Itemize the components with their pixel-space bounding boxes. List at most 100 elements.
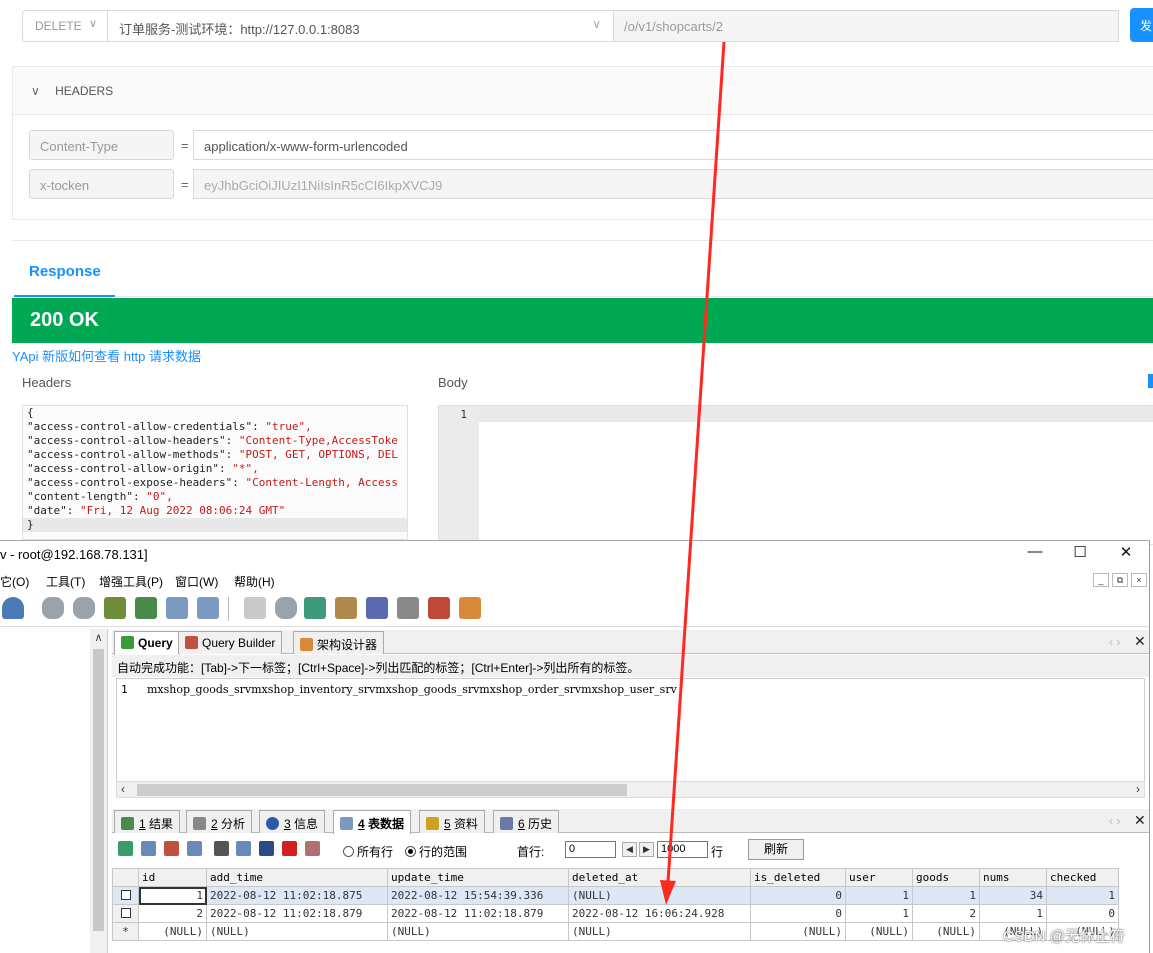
close-icon[interactable]: ✕ [1111, 543, 1141, 565]
table-cell[interactable]: (NULL) [387, 922, 569, 941]
tab-info[interactable]: 5 资料 [419, 810, 486, 833]
schema-sync-icon[interactable] [244, 597, 266, 619]
mdi-minimize-icon[interactable]: _ [1093, 573, 1109, 587]
close-tab-icon[interactable]: ✕ [1134, 633, 1146, 650]
header-key-field[interactable]: x-tocken [29, 169, 174, 199]
table-cell[interactable]: 1 [979, 904, 1047, 923]
table-cell[interactable]: 0 [750, 904, 846, 923]
header-value-field[interactable]: application/x-www-form-urlencoded [193, 130, 1153, 160]
chevron-up-icon[interactable]: ∧ [90, 631, 107, 644]
column-header[interactable]: id [138, 868, 207, 887]
table-cell[interactable]: 1 [138, 886, 207, 905]
table-cell[interactable]: 1 [1046, 886, 1119, 905]
tab-analysis[interactable]: 2 分析 [186, 810, 253, 833]
edit-row-icon[interactable] [187, 841, 202, 856]
menu-item-window[interactable]: 窗口(W) [175, 573, 218, 590]
path-input[interactable]: /o/v1/shopcarts/2 [613, 10, 1119, 42]
table-cell[interactable]: 1 [845, 904, 913, 923]
user-icon[interactable] [2, 597, 24, 619]
prev-page-icon[interactable]: ◀ [622, 842, 637, 857]
backup-icon[interactable] [104, 597, 126, 619]
schema-designer-icon[interactable] [459, 597, 481, 619]
table-cell[interactable]: 2022-08-12 15:54:39.336 [387, 886, 569, 905]
row-count-input[interactable]: 1000 [657, 841, 708, 858]
row-checkbox[interactable] [112, 886, 139, 905]
table-cell[interactable]: (NULL) [138, 922, 207, 941]
table-cell[interactable]: 1 [845, 886, 913, 905]
editor-hscrollbar[interactable]: ‹ › [116, 781, 1145, 798]
table-cell[interactable]: 0 [750, 886, 846, 905]
tab-nav-arrows-icon[interactable]: ‹ › [1109, 635, 1120, 649]
table-cell[interactable]: 2 [138, 904, 207, 923]
fullscreen-toggle[interactable] [1148, 374, 1153, 388]
table-cell[interactable]: (NULL) [845, 922, 913, 941]
table-cell[interactable]: (NULL) [750, 922, 846, 941]
cancel-changes-icon[interactable] [305, 841, 320, 856]
object-browser-scrollbar[interactable]: ∧ [90, 629, 107, 953]
close-tab-icon[interactable]: ✕ [1134, 812, 1146, 829]
column-header[interactable]: is_deleted [750, 868, 846, 887]
tab-response[interactable]: Response [29, 263, 101, 280]
tab-schema-designer[interactable]: 架构设计器 [293, 631, 385, 654]
send-button[interactable]: 发 [1130, 8, 1153, 42]
table-cell[interactable]: 0 [1046, 904, 1119, 923]
menu-item-help[interactable]: 帮助(H) [234, 573, 275, 590]
table-cell[interactable]: 2022-08-12 11:02:18.879 [206, 904, 388, 923]
table-cell[interactable]: 1 [912, 886, 980, 905]
import-icon[interactable] [135, 597, 157, 619]
table-cell[interactable]: 34 [979, 886, 1047, 905]
tab-query[interactable]: Query [114, 631, 180, 655]
header-value-field[interactable]: eyJhbGciOiJIUzI1NiIsInR5cCI6IkpXVCJ9 [193, 169, 1153, 199]
method-select[interactable]: DELETE ∨ [22, 10, 108, 42]
response-headers-viewer[interactable]: { "access-control-allow-credentials": "t… [22, 405, 408, 540]
menu-item-enhanced-tools[interactable]: 增强工具(P) [99, 573, 163, 590]
compare-icon[interactable] [304, 597, 326, 619]
table-cell[interactable]: (NULL) [568, 886, 751, 905]
headers-collapse-toggle[interactable]: ∨ HEADERS [13, 67, 1153, 115]
table-row[interactable]: 1 2022-08-12 11:02:18.875 2022-08-12 15:… [112, 886, 1119, 905]
table-cell[interactable]: (NULL) [568, 922, 751, 941]
table-icon[interactable] [166, 597, 188, 619]
response-body-editor[interactable]: 1 [438, 405, 1153, 546]
tab-history[interactable]: 6 历史 [493, 810, 560, 833]
menu-item-other[interactable]: 它(O) [0, 573, 29, 590]
tab-query-builder[interactable]: Query Builder [178, 631, 283, 654]
first-row-input[interactable]: 0 [565, 841, 616, 858]
column-header[interactable]: goods [912, 868, 980, 887]
refresh-button[interactable]: 刷新 [748, 839, 804, 860]
scrollbar-thumb[interactable] [137, 784, 627, 796]
data-sync-icon[interactable] [275, 597, 297, 619]
table-edit-icon[interactable] [197, 597, 219, 619]
new-row[interactable]: * (NULL) (NULL) (NULL) (NULL) (NULL) (NU… [112, 922, 1119, 941]
table-cell[interactable]: (NULL) [206, 922, 388, 941]
save-row-icon[interactable] [164, 841, 179, 856]
duplicate-row-icon[interactable] [141, 841, 156, 856]
mdi-restore-icon[interactable]: ⧉ [1112, 573, 1128, 587]
sql-editor[interactable]: 1 mxshop_goods_srvmxshop_inventory_srvmx… [116, 678, 1145, 782]
chevron-right-icon[interactable]: › [1136, 782, 1140, 796]
table-cell[interactable]: 2022-08-12 11:02:18.875 [206, 886, 388, 905]
row-range-radio[interactable]: 行的范围 [405, 843, 467, 860]
tab-results[interactable]: 1 结果 [114, 810, 181, 833]
next-page-icon[interactable]: ▶ [639, 842, 654, 857]
transfer-icon[interactable] [335, 597, 357, 619]
column-header[interactable]: update_time [387, 868, 569, 887]
minimize-icon[interactable]: — [1020, 543, 1050, 565]
export-icon[interactable] [236, 841, 251, 856]
table-cell[interactable]: (NULL) [912, 922, 980, 941]
column-header[interactable]: add_time [206, 868, 388, 887]
environment-select[interactable]: 订单服务-测试环境：http://127.0.0.1:8083 ∨ [108, 10, 614, 42]
query-scheduler-icon[interactable] [366, 597, 388, 619]
object-browser[interactable]: ∧ [0, 629, 108, 953]
tab-messages[interactable]: 3 信息 [259, 810, 326, 833]
tab-table-data[interactable]: 4 表数据 [333, 810, 412, 834]
table-cell[interactable]: 2022-08-12 16:06:24.928 [568, 904, 751, 923]
scrollbar-thumb[interactable] [93, 649, 104, 931]
new-database-icon[interactable] [42, 597, 64, 619]
insert-row-icon[interactable] [118, 841, 133, 856]
column-header[interactable]: deleted_at [568, 868, 751, 887]
all-rows-radio[interactable]: 所有行 [343, 843, 393, 860]
tab-nav-arrows-icon[interactable]: ‹ › [1109, 814, 1120, 828]
mdi-close-icon[interactable]: × [1131, 573, 1147, 587]
table-row[interactable]: 2 2022-08-12 11:02:18.879 2022-08-12 11:… [112, 904, 1119, 923]
